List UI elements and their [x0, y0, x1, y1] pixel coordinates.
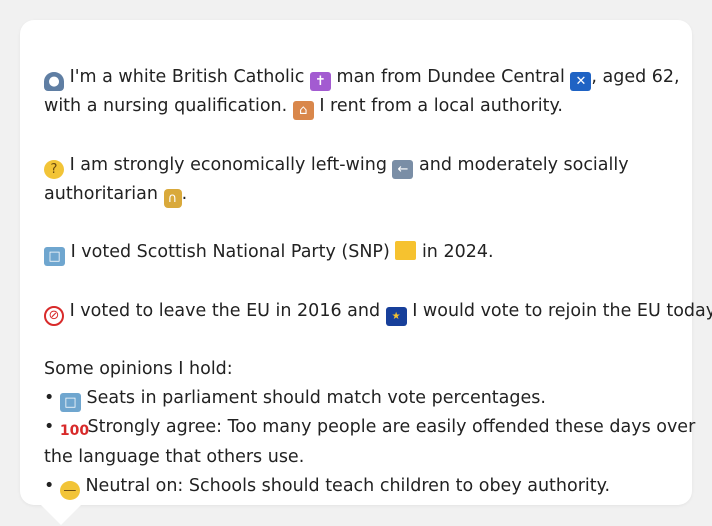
vote-text-1: I voted Scottish National Party (SNP): [65, 242, 396, 263]
identity-line-1: ● I'm a white British Catholic ✝ man fro…: [44, 63, 680, 92]
identity-text-4: with a nursing qualification.: [44, 96, 293, 117]
identity-paragraph: ● I'm a white British Catholic ✝ man fro…: [44, 63, 680, 121]
scotland-flag-icon: ✕: [570, 72, 592, 91]
eu-text-2: I would vote to rejoin the EU today.: [406, 300, 712, 321]
eu-flag-icon: ★: [385, 306, 407, 326]
opinion-text: Strongly agree: Too many people are easi…: [81, 417, 696, 438]
opinion-item: • — Neutral on: Schools should teach chi…: [44, 472, 668, 501]
ideology-line-1: ? I am strongly economically left-wing ←…: [44, 151, 668, 180]
thinking-face-icon: ?: [44, 159, 64, 179]
bullet: •: [44, 417, 55, 438]
identity-text-2: man from Dundee Central: [330, 67, 571, 87]
ballot-box-icon: □: [44, 247, 65, 267]
ideology-text-3: authoritarian: [44, 183, 164, 204]
opinion-item: • □ Seats in parliament should match vot…: [44, 384, 668, 413]
message-bubble: ● I'm a white British Catholic ✝ man fro…: [20, 20, 712, 505]
identity-text-5: I rent from a local authority.: [313, 96, 563, 117]
person-icon: ●: [44, 72, 64, 91]
ideology-line-2: authoritarian ∩.: [44, 180, 668, 209]
left-arrow-icon: ←: [392, 159, 414, 179]
ideology-text-4: .: [181, 183, 188, 204]
yellow-square-icon: [395, 241, 417, 261]
bullet: •: [44, 388, 55, 409]
bubble-tail: [41, 505, 81, 525]
ballot-box-icon: □: [59, 393, 81, 413]
vote-paragraph: □ I voted Scottish National Party (SNP) …: [44, 238, 668, 267]
opinion-text: Neutral on: Schools should teach childre…: [79, 475, 611, 496]
eu-line: ⊘ I voted to leave the EU in 2016 and ★ …: [44, 297, 712, 326]
opinion-item-continuation: the language that others use.: [44, 446, 305, 467]
house-icon: ⌂: [292, 101, 314, 121]
vote-text-2: in 2024.: [416, 242, 494, 263]
eu-text-1: I voted to leave the EU in 2016 and: [64, 300, 386, 321]
ideology-text-2: and moderately socially: [413, 154, 629, 175]
identity-line-2: with a nursing qualification. ⌂ I rent f…: [44, 92, 668, 121]
opinions-heading: Some opinions I hold:: [44, 358, 233, 379]
latin-cross-icon: ✝: [309, 72, 331, 91]
prohibited-icon: ⊘: [44, 305, 64, 326]
neutral-face-icon: —: [59, 480, 80, 500]
opinion-text: Seats in parliament should match vote pe…: [80, 388, 546, 409]
eu-paragraph: ⊘ I voted to leave the EU in 2016 and ★ …: [44, 297, 712, 326]
identity-text-3: , aged 62,: [591, 67, 680, 87]
lock-icon: ∩: [163, 188, 182, 208]
bullet: •: [44, 475, 55, 496]
opinion-item: • 100 Strongly agree: Too many people ar…: [44, 413, 695, 442]
opinions-section: Some opinions I hold: • □ Seats in parli…: [44, 355, 695, 501]
hundred-points-icon: 100: [59, 423, 90, 440]
identity-text-1: I'm a white British Catholic: [64, 67, 310, 87]
vote-line: □ I voted Scottish National Party (SNP) …: [44, 238, 668, 267]
ideology-text-1: I am strongly economically left-wing: [64, 154, 393, 175]
ideology-paragraph: ? I am strongly economically left-wing ←…: [44, 151, 668, 209]
